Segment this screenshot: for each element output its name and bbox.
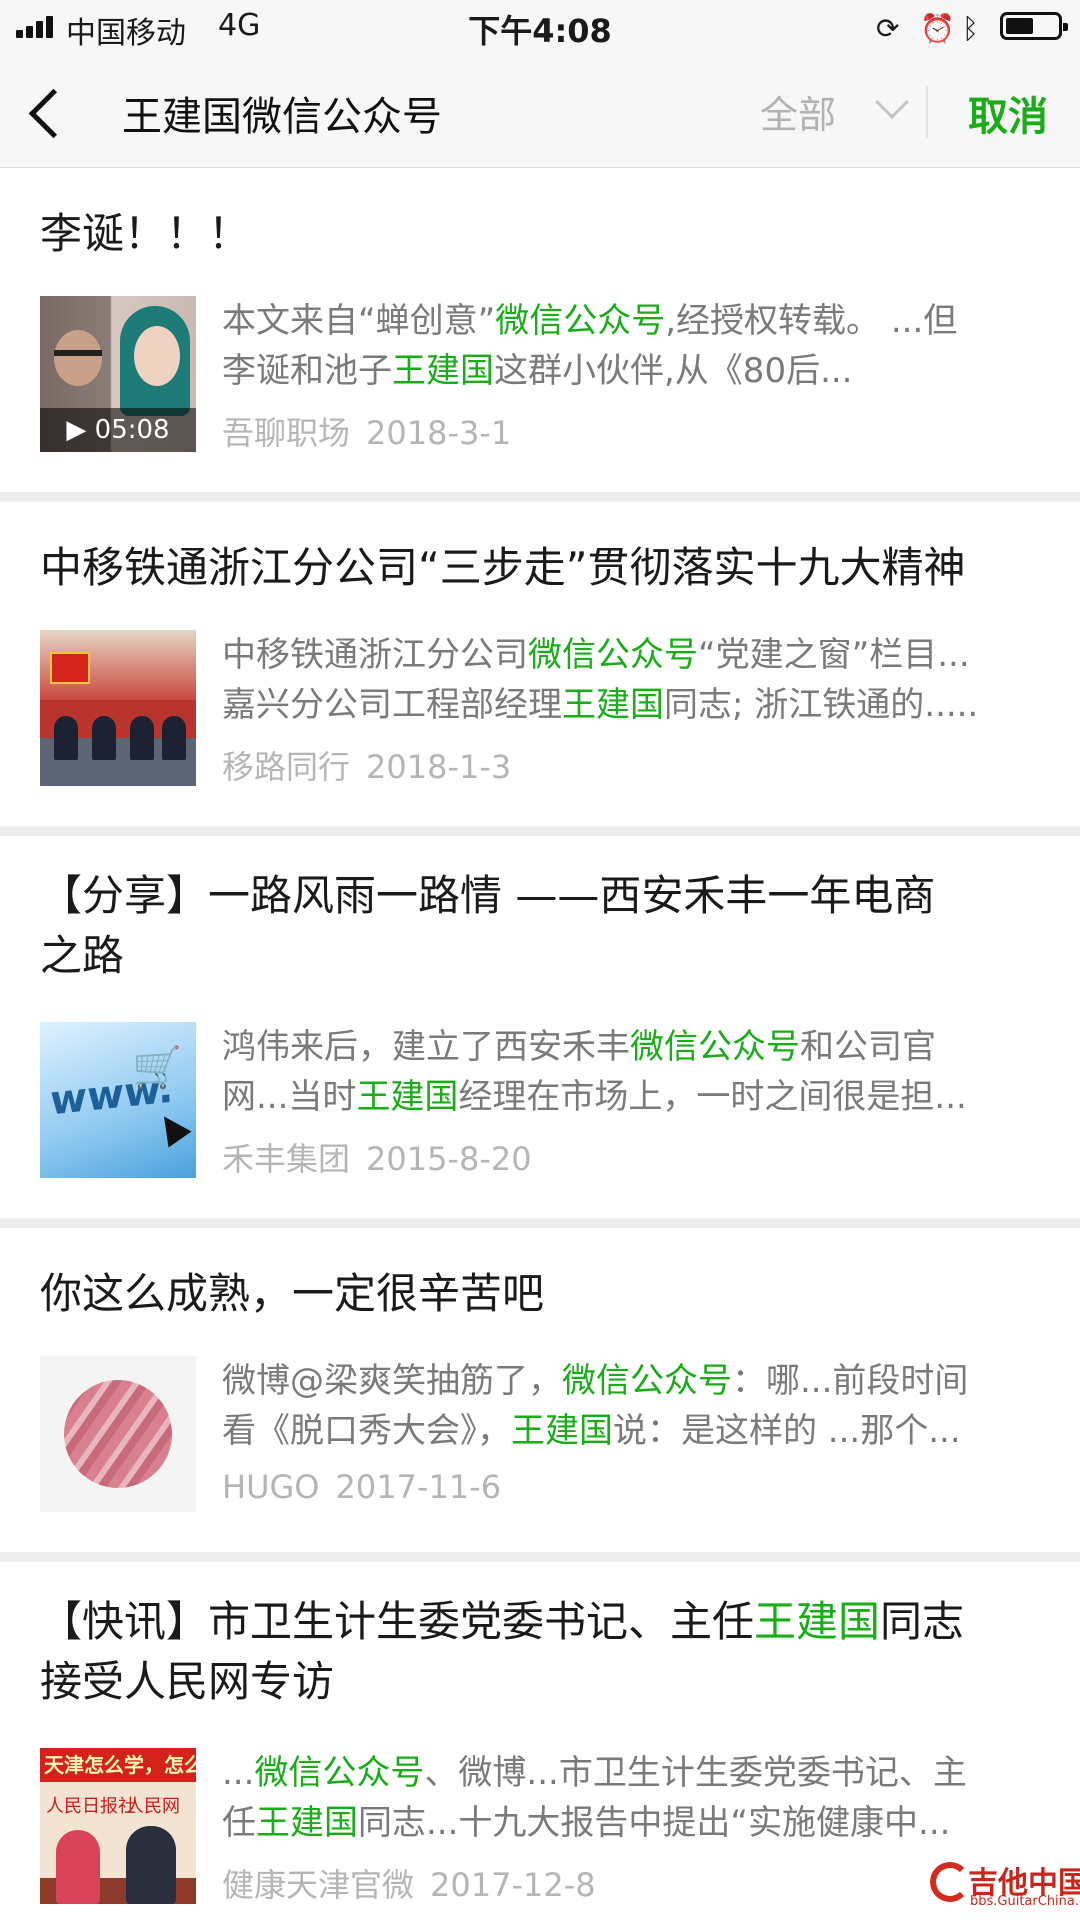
shopping-cart-icon: 🛒 [132,1045,182,1091]
back-arrow-icon[interactable] [24,78,84,146]
article-source: 健康天津官微 [222,1866,415,1904]
cursor-icon [152,1108,192,1148]
search-results-list: 李诞！！！ ▶ 05:08 本文来自“蝉创意”微信公众号,经授权转载。 ...但… [0,168,1080,1920]
article-meta: 禾丰集团 2015-8-20 [222,1134,532,1180]
article-title: 中移铁通浙江分公司“三步走”贯彻落实十九大精神 [40,543,966,592]
article-source: 移路同行 [222,748,351,786]
battery-icon [1000,12,1068,40]
article-meta: HUGO 2017-11-6 [222,1468,501,1506]
rotation-lock-icon: ⟳ [876,12,900,45]
filter-dropdown[interactable]: 全部 [760,84,836,139]
bluetooth-icon: ᛒ [962,12,979,45]
article-title: 你这么成熟，一定很辛苦吧 [40,1269,545,1318]
search-query-title[interactable]: 王建国微信公众号 [122,84,442,142]
article-thumbnail [40,1356,196,1512]
article-thumbnail: www. 🛒 [40,1022,196,1178]
article-title: 李诞！！！ [40,209,251,258]
search-header: 王建国微信公众号 全部 取消 [0,56,1080,168]
cancel-button[interactable]: 取消 [968,84,1048,142]
article-result-3[interactable]: 【分享】一路风雨一路情 ——西安禾丰一年电商 之路 www. 🛒 鸿伟来后，建立了… [0,836,1080,1218]
article-date: 2015-8-20 [366,1140,532,1178]
article-title: 【分享】一路风雨一路情 ——西安禾丰一年电商 之路 [40,871,936,980]
article-snippet: 鸿伟来后，建立了西安禾丰微信公众号和公司官 网...当时王建国经理在市场上，一时… [222,1027,967,1117]
article-snippet: ...微信公众号、微博...市卫生计生委党委书记、主 任王建国同志...十九大报… [222,1753,967,1843]
article-source: 禾丰集团 [222,1140,351,1178]
article-result-4[interactable]: 你这么成熟，一定很辛苦吧 微博@梁爽笑抽筋了，微信公众号：哪...前段时间 看《… [0,1228,1080,1552]
article-meta: 吾聊职场 2018-3-1 [222,408,511,454]
guitar-logo-icon [930,1862,970,1902]
article-source: HUGO [222,1468,320,1506]
article-result-1[interactable]: 李诞！！！ ▶ 05:08 本文来自“蝉创意”微信公众号,经授权转载。 ...但… [0,168,1080,492]
article-snippet: 中移铁通浙江分公司微信公众号“党建之窗”栏目... 嘉兴分公司工程部经理王建国同… [222,635,979,725]
article-meta: 健康天津官微 2017-12-8 [222,1860,596,1906]
video-duration: ▶ 05:08 [40,408,196,452]
article-date: 2017-12-8 [430,1866,596,1904]
article-snippet: 本文来自“蝉创意”微信公众号,经授权转载。 ...但 李诞和池子王建国这群小伙伴… [222,301,958,391]
article-result-2[interactable]: 中移铁通浙江分公司“三步走”贯彻落实十九大精神 中移铁通浙江分公司微信公众号“党… [0,502,1080,826]
status-time: 下午4:08 [468,12,612,50]
site-watermark: 吉他中国 bbs.GuitarChina.com [930,1858,1080,1910]
article-thumbnail [40,630,196,786]
article-meta: 移路同行 2018-1-3 [222,742,511,788]
article-source: 吾聊职场 [222,414,351,452]
alarm-icon: ⏰ [920,12,955,45]
article-date: 2017-11-6 [335,1468,502,1506]
article-snippet: 微博@梁爽笑抽筋了，微信公众号：哪...前段时间 看《脱口秀大会》，王建国说：是… [222,1361,969,1451]
article-result-5[interactable]: 【快讯】市卫生计生委党委书记、主任王建国同志 接受人民网专访 天津怎么学，怎么干… [0,1562,1080,1920]
article-thumbnail: ▶ 05:08 [40,296,196,452]
article-date: 2018-1-3 [366,748,512,786]
header-divider [926,86,928,138]
chevron-down-icon[interactable] [875,85,909,119]
article-thumbnail: 天津怎么学，怎么干 人民日报社 人民网 [40,1748,196,1904]
article-title: 【快讯】市卫生计生委党委书记、主任王建国同志 接受人民网专访 [40,1597,965,1706]
article-date: 2018-3-1 [366,414,512,452]
status-bar: 中国移动 4G 下午4:08 ⟳ ⏰ ᛒ [0,0,1080,56]
